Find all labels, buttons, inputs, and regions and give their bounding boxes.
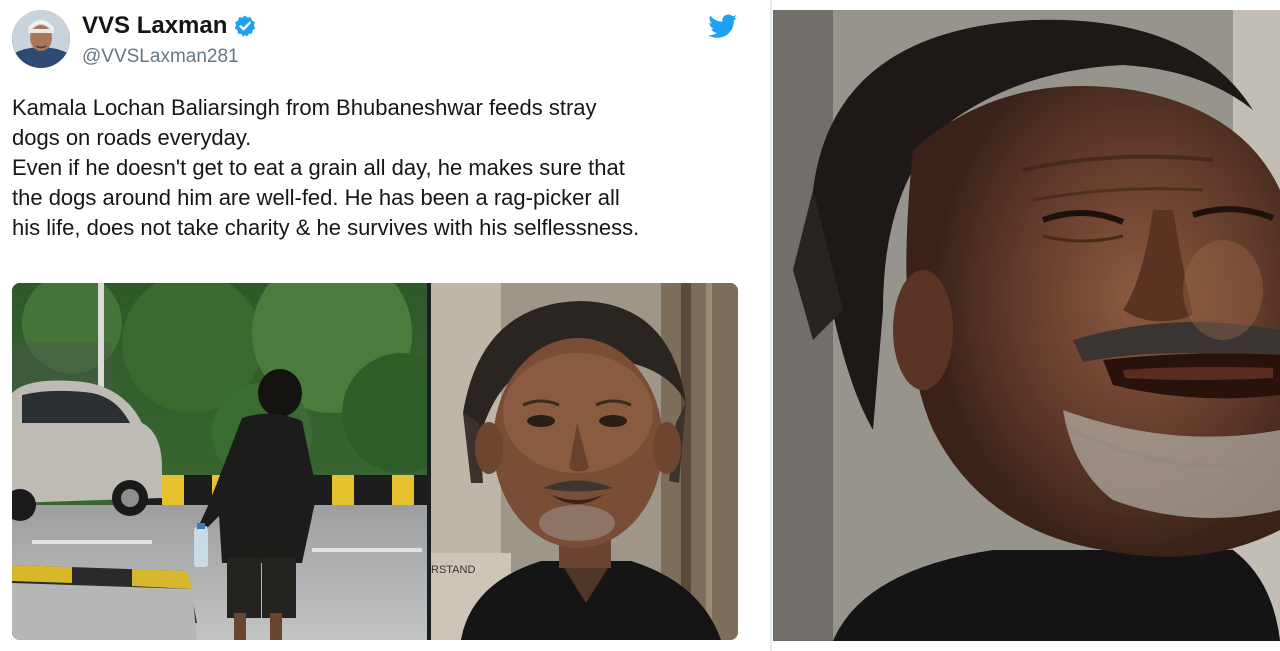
tweet-text-line: Even if he doesn't get to eat a grain al… — [12, 155, 625, 180]
avatar-image — [12, 10, 70, 68]
twitter-bird-icon[interactable] — [708, 14, 738, 40]
portrait-photo[interactable]: RSTAND — [431, 283, 738, 640]
sign-text: RSTAND — [431, 564, 475, 576]
tweet-body: Kamala Lochan Baliarsingh from Bhubanesh… — [12, 93, 752, 243]
tweet-text-line: Kamala Lochan Baliarsingh from Bhubanesh… — [12, 95, 597, 120]
screenshot-canvas: VVS Laxman @VVSLaxman281 Kamala Lochan B… — [0, 0, 1280, 651]
author-handle[interactable]: @VVSLaxman281 — [82, 46, 239, 68]
tweet-card: VVS Laxman @VVSLaxman281 Kamala Lochan B… — [0, 0, 762, 651]
author-row: VVS Laxman — [82, 12, 257, 40]
verified-badge-icon — [233, 14, 257, 38]
tweet-media-grid: RSTAND — [12, 283, 738, 640]
author-display-name[interactable]: VVS Laxman — [82, 12, 227, 40]
panel-divider — [770, 0, 772, 651]
closeup-photo[interactable] — [773, 10, 1280, 641]
tweet-text-line: his life, does not take charity & he sur… — [12, 215, 640, 240]
tweet-text-line: the dogs around him are well-fed. He has… — [12, 185, 620, 210]
avatar[interactable] — [12, 10, 70, 68]
street-photo[interactable] — [12, 283, 427, 640]
tweet-text-line: dogs on roads everyday. — [12, 125, 252, 150]
